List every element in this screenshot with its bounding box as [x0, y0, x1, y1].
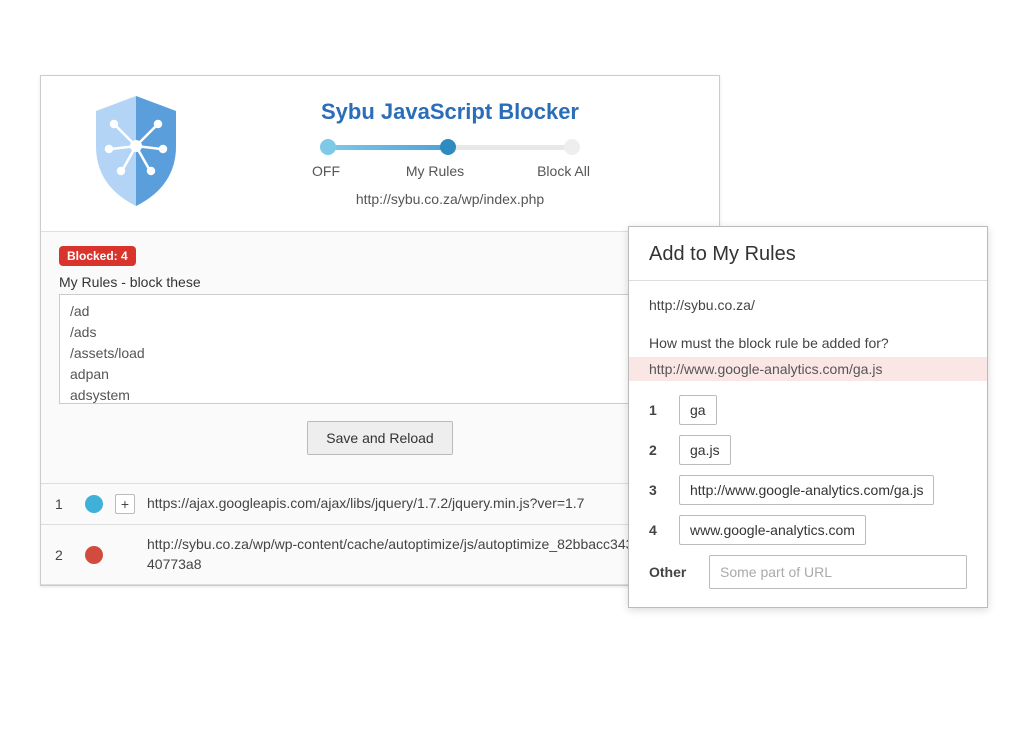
mode-slider[interactable]	[320, 137, 580, 157]
slider-label-blockall[interactable]: Block All	[510, 163, 590, 179]
other-row: Other	[649, 555, 967, 589]
rule-option-button[interactable]: www.google-analytics.com	[679, 515, 866, 545]
option-row: 2 ga.js	[649, 435, 967, 465]
save-reload-button[interactable]: Save and Reload	[307, 421, 452, 455]
add-rule-button[interactable]: +	[115, 494, 135, 514]
scripts-table: 1 + https://ajax.googleapis.com/ajax/lib…	[41, 483, 719, 585]
rules-section: My Rules - block these Inst Save and Rel…	[41, 274, 719, 483]
header-content: Sybu JavaScript Blocker OFF My Rules Blo…	[206, 91, 694, 211]
script-url: https://ajax.googleapis.com/ajax/libs/jq…	[147, 494, 705, 514]
rules-textarea[interactable]	[59, 294, 701, 404]
slider-label-myrules[interactable]: My Rules	[395, 163, 475, 179]
add-rule-popup: Add to My Rules http://sybu.co.za/ How m…	[628, 226, 988, 608]
option-number: 3	[649, 482, 669, 498]
current-page-url: http://sybu.co.za/wp/index.php	[206, 191, 694, 207]
option-number: 1	[649, 402, 669, 418]
script-row: 1 + https://ajax.googleapis.com/ajax/lib…	[41, 484, 719, 525]
option-row: 4 www.google-analytics.com	[649, 515, 967, 545]
shield-icon	[66, 91, 206, 211]
rule-option-button[interactable]: http://www.google-analytics.com/ga.js	[679, 475, 934, 505]
status-dot-blocked[interactable]	[85, 546, 103, 564]
popup-blocked-url: http://www.google-analytics.com/ga.js	[629, 357, 987, 381]
option-number: 4	[649, 522, 669, 538]
popup-question: How must the block rule be added for?	[649, 335, 967, 351]
popup-site-url: http://sybu.co.za/	[649, 297, 967, 313]
option-row: 1 ga	[649, 395, 967, 425]
rule-option-button[interactable]: ga.js	[679, 435, 731, 465]
status-dot-allowed[interactable]	[85, 495, 103, 513]
main-panel: Sybu JavaScript Blocker OFF My Rules Blo…	[40, 75, 720, 586]
badges-row: Blocked: 4 Rules: 23	[41, 232, 719, 274]
slider-label-off[interactable]: OFF	[310, 163, 370, 179]
app-title: Sybu JavaScript Blocker	[206, 99, 694, 125]
row-number: 1	[55, 496, 73, 512]
script-url: http://sybu.co.za/wp/wp-content/cache/au…	[147, 535, 705, 574]
option-number: 2	[649, 442, 669, 458]
blocked-badge: Blocked: 4	[59, 246, 136, 266]
popup-title: Add to My Rules	[629, 227, 987, 281]
other-label: Other	[649, 564, 697, 580]
row-number: 2	[55, 547, 73, 563]
rule-option-button[interactable]: ga	[679, 395, 717, 425]
rules-label: My Rules - block these	[59, 274, 201, 290]
other-input[interactable]	[709, 555, 967, 589]
option-row: 3 http://www.google-analytics.com/ga.js	[649, 475, 967, 505]
slider-labels: OFF My Rules Block All	[310, 163, 590, 179]
script-row: 2 http://sybu.co.za/wp/wp-content/cache/…	[41, 525, 719, 585]
header: Sybu JavaScript Blocker OFF My Rules Blo…	[41, 76, 719, 232]
